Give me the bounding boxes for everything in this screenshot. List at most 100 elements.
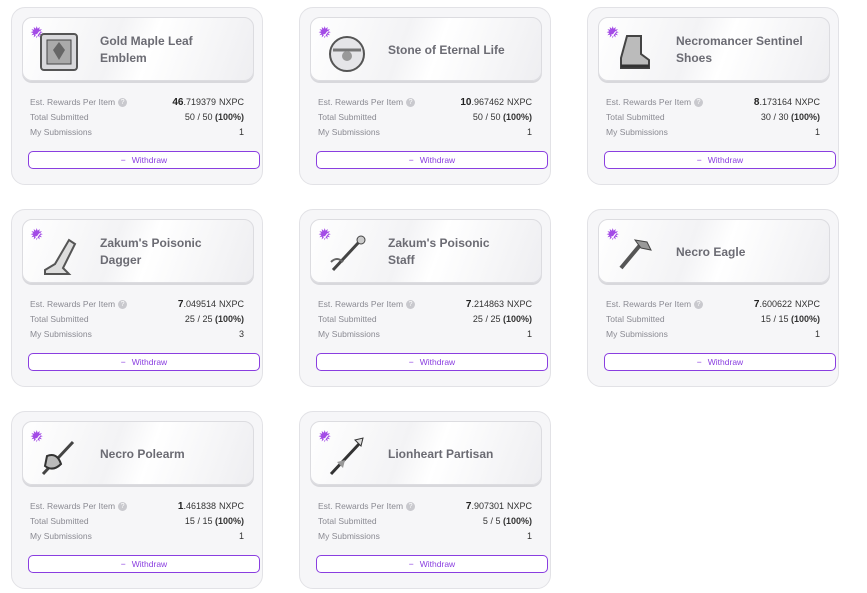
my-submissions-row: My Submissions 1 — [318, 531, 532, 544]
my-submissions-label: My Submissions — [318, 531, 380, 541]
help-icon[interactable]: ? — [694, 300, 704, 310]
my-submissions-label: My Submissions — [606, 329, 668, 339]
my-submissions-row: My Submissions 1 — [318, 127, 532, 140]
stone-icon — [329, 36, 365, 72]
staff-icon — [330, 235, 366, 272]
withdraw-button[interactable]: − Withdraw — [316, 555, 548, 573]
est-rewards-row: Est. Rewards Per Item? 7.214863 NXPC — [318, 299, 532, 312]
help-icon[interactable]: ? — [694, 98, 704, 108]
polearm-icon — [41, 440, 75, 476]
item-card: ✹ ✓ Necromancer Sentinel Shoes Est. Reward… — [587, 7, 839, 185]
shoes-icon — [620, 35, 650, 69]
total-submitted-row: Total Submitted 50 / 50 (100%) — [318, 112, 532, 125]
withdraw-button[interactable]: − Withdraw — [28, 353, 260, 371]
withdraw-button[interactable]: − Withdraw — [316, 151, 548, 169]
help-icon[interactable]: ? — [406, 502, 416, 512]
total-submitted-label: Total Submitted — [606, 112, 665, 122]
total-submitted-value: 25 / 25 (100%) — [472, 314, 532, 324]
withdraw-button[interactable]: − Withdraw — [28, 151, 260, 169]
item-name: Necro Eagle — [676, 244, 746, 259]
help-icon[interactable]: ? — [118, 98, 128, 108]
est-rewards-value: 46.719379 NXPC — [172, 97, 244, 108]
est-rewards-value: 7.049514 NXPC — [177, 299, 244, 310]
est-rewards-label: Est. Rewards Per Item — [318, 299, 404, 309]
my-submissions-row: My Submissions 1 — [30, 531, 244, 544]
est-rewards-row: Est. Rewards Per Item? 46.719379 NXPC — [30, 97, 244, 110]
minus-icon: − — [120, 357, 126, 367]
item-card: ✹ ✓ Necro Eagle Est. Rewards Per Item? 7.… — [587, 209, 839, 387]
total-submitted-value: 15 / 15 (100%) — [760, 314, 820, 324]
my-submissions-value: 1 — [526, 127, 532, 137]
eagle-icon — [619, 239, 652, 270]
item-card: ✹ ✓ Lionheart Partisan Est. Rewards Per I… — [299, 411, 551, 589]
my-submissions-value: 3 — [238, 329, 244, 339]
item-card: ✹ ✓ Gold Maple Leaf Emblem Est. Rewards Pe… — [11, 7, 263, 185]
total-submitted-label: Total Submitted — [30, 314, 89, 324]
total-submitted-label: Total Submitted — [318, 112, 377, 122]
item-banner: ✹ ✓ Stone of Eternal Life — [310, 17, 542, 81]
my-submissions-label: My Submissions — [318, 127, 380, 137]
my-submissions-value: 1 — [526, 329, 532, 339]
help-icon[interactable]: ? — [118, 300, 128, 310]
item-banner: ✹ ✓ Lionheart Partisan — [310, 421, 542, 485]
item-name: Necromancer Sentinel Shoes — [676, 34, 803, 65]
item-banner: ✹ ✓ Necro Polearm — [22, 421, 254, 485]
total-submitted-value: 5 / 5 (100%) — [482, 516, 532, 526]
dagger-icon — [44, 238, 77, 275]
help-icon[interactable]: ? — [118, 502, 128, 512]
my-submissions-value: 1 — [526, 531, 532, 541]
est-rewards-row: Est. Rewards Per Item? 1.461838 NXPC — [30, 501, 244, 514]
withdraw-button[interactable]: − Withdraw — [604, 151, 836, 169]
help-icon[interactable]: ? — [406, 300, 416, 310]
est-rewards-value: 7.907301 NXPC — [465, 501, 532, 512]
item-banner: ✹ ✓ Necromancer Sentinel Shoes — [598, 17, 830, 81]
est-rewards-label: Est. Rewards Per Item — [30, 299, 116, 309]
my-submissions-value: 1 — [238, 531, 244, 541]
est-rewards-label: Est. Rewards Per Item — [30, 501, 116, 511]
total-submitted-row: Total Submitted 30 / 30 (100%) — [606, 112, 820, 125]
total-submitted-row: Total Submitted 15 / 15 (100%) — [606, 314, 820, 327]
minus-icon: − — [120, 559, 126, 569]
withdraw-button[interactable]: − Withdraw — [604, 353, 836, 371]
est-rewards-row: Est. Rewards Per Item? 10.967462 NXPC — [318, 97, 532, 110]
est-rewards-label: Est. Rewards Per Item — [606, 299, 692, 309]
total-submitted-label: Total Submitted — [318, 516, 377, 526]
total-submitted-row: Total Submitted 5 / 5 (100%) — [318, 516, 532, 529]
my-submissions-value: 1 — [814, 329, 820, 339]
my-submissions-label: My Submissions — [318, 329, 380, 339]
my-submissions-label: My Submissions — [30, 531, 92, 541]
est-rewards-value: 1.461838 NXPC — [177, 501, 244, 512]
minus-icon: − — [408, 155, 414, 165]
est-rewards-label: Est. Rewards Per Item — [30, 97, 116, 107]
help-icon[interactable]: ? — [406, 98, 416, 108]
my-submissions-label: My Submissions — [30, 127, 92, 137]
item-card: ✹ ✓ Stone of Eternal Life Est. Rewards Pe… — [299, 7, 551, 185]
total-submitted-value: 30 / 30 (100%) — [760, 112, 820, 122]
total-submitted-row: Total Submitted 15 / 15 (100%) — [30, 516, 244, 529]
item-card: ✹ ✓ Zakum's Poisonic Staff Est. Rewards Pe… — [299, 209, 551, 387]
withdraw-button[interactable]: − Withdraw — [316, 353, 548, 371]
my-submissions-row: My Submissions 1 — [318, 329, 532, 342]
est-rewards-row: Est. Rewards Per Item? 7.907301 NXPC — [318, 501, 532, 514]
total-submitted-label: Total Submitted — [30, 516, 89, 526]
item-card: ✹ ✓ Zakum's Poisonic Dagger Est. Rewards P… — [11, 209, 263, 387]
emblem-icon — [40, 33, 78, 71]
my-submissions-label: My Submissions — [30, 329, 92, 339]
my-submissions-label: My Submissions — [606, 127, 668, 137]
total-submitted-label: Total Submitted — [30, 112, 89, 122]
my-submissions-row: My Submissions 1 — [606, 127, 820, 140]
minus-icon: − — [696, 357, 702, 367]
total-submitted-value: 50 / 50 (100%) — [472, 112, 532, 122]
item-name: Lionheart Partisan — [388, 446, 494, 461]
withdraw-button[interactable]: − Withdraw — [28, 555, 260, 573]
item-name: Zakum's Poisonic Dagger — [100, 236, 202, 267]
minus-icon: − — [696, 155, 702, 165]
my-submissions-row: My Submissions 1 — [30, 127, 244, 140]
total-submitted-value: 25 / 25 (100%) — [184, 314, 244, 324]
est-rewards-label: Est. Rewards Per Item — [606, 97, 692, 107]
my-submissions-row: My Submissions 3 — [30, 329, 244, 342]
est-rewards-value: 7.214863 NXPC — [465, 299, 532, 310]
total-submitted-row: Total Submitted 25 / 25 (100%) — [318, 314, 532, 327]
total-submitted-row: Total Submitted 25 / 25 (100%) — [30, 314, 244, 327]
est-rewards-row: Est. Rewards Per Item? 7.600622 NXPC — [606, 299, 820, 312]
